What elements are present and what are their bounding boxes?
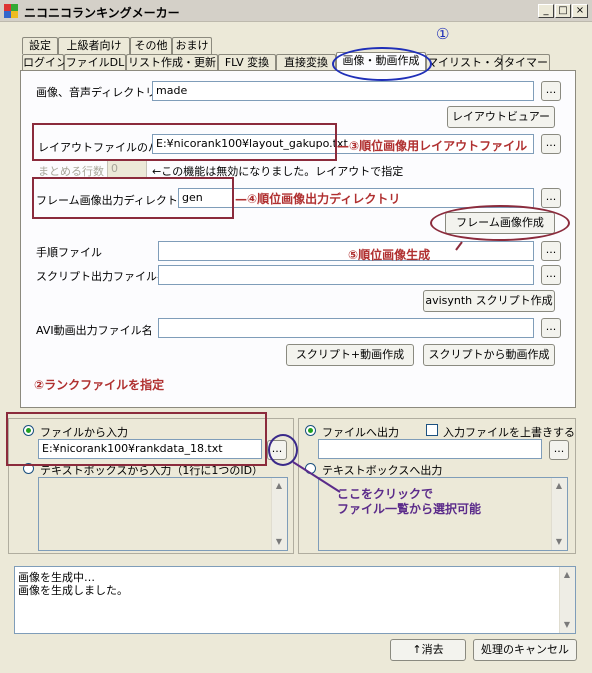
- annotation-arrow-click-note: [292, 461, 341, 493]
- annotation-arrow-step5: [455, 241, 463, 251]
- annotation-arrows: [292, 241, 463, 493]
